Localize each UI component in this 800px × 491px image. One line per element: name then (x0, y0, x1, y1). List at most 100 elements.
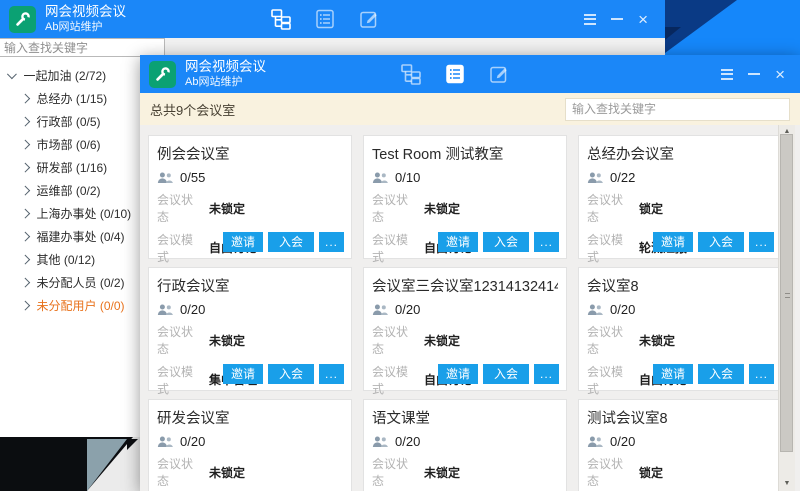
room-status-row: 会议状态未锁定 (157, 455, 343, 489)
tree-item-label: 行政部 (0/5) (37, 113, 101, 130)
occupancy-count: 0/55 (180, 170, 205, 185)
room-status-label: 会议状态 (587, 191, 633, 225)
chevron-right-icon[interactable] (21, 232, 30, 241)
tree-item-label: 一起加油 (2/72) (24, 67, 107, 84)
app-subtitle: Ab网站维护 (45, 21, 126, 34)
tree-item-label: 研发部 (1/16) (37, 159, 108, 176)
invite-button[interactable]: 邀请 (653, 364, 693, 384)
room-title: 测试会议室8 (587, 407, 773, 428)
occupancy-row: 0/20 (157, 434, 343, 449)
minimize-icon[interactable] (748, 73, 760, 75)
room-mode-label: 会议模式 (587, 363, 633, 397)
edit-icon[interactable] (488, 63, 510, 85)
window-controls: × (721, 55, 785, 93)
chevron-down-icon[interactable] (8, 69, 17, 78)
app-title: 网会视频会议 (185, 59, 266, 75)
org-chart-icon[interactable] (270, 8, 292, 30)
vertical-scrollbar[interactable]: ▲ ▼ (778, 125, 795, 491)
join-button[interactable]: 入会 (483, 232, 529, 252)
room-title: 研发会议室 (157, 407, 343, 428)
tree-item-label: 上海办事处 (0/10) (37, 205, 132, 222)
room-actions: 邀请入会... (653, 232, 774, 252)
chevron-right-icon[interactable] (21, 140, 30, 149)
app-logo (149, 61, 176, 88)
minimize-icon[interactable] (611, 18, 623, 20)
org-chart-icon[interactable] (400, 63, 422, 85)
close-icon[interactable]: × (775, 66, 785, 83)
room-status-value: 未锁定 (424, 464, 460, 481)
tree-item-label: 未分配人员 (0/2) (37, 274, 125, 291)
chevron-right-icon[interactable] (21, 94, 30, 103)
room-status-value: 未锁定 (209, 464, 245, 481)
room-status-label: 会议状态 (372, 323, 418, 357)
chevron-right-icon[interactable] (21, 186, 30, 195)
invite-button[interactable]: 邀请 (438, 232, 478, 252)
occupancy-row: 0/20 (372, 302, 558, 317)
room-status-label: 会议状态 (157, 191, 203, 225)
room-list-icon[interactable] (314, 8, 336, 30)
chevron-right-icon[interactable] (21, 163, 30, 172)
wallpaper-shapes (0, 437, 140, 491)
menu-icon[interactable] (721, 69, 733, 80)
invite-button[interactable]: 邀请 (223, 232, 263, 252)
people-icon (372, 436, 388, 448)
occupancy-row: 0/20 (157, 302, 343, 317)
room-status-row: 会议状态未锁定 (587, 323, 773, 357)
people-icon (157, 304, 173, 316)
room-status-row: 会议状态未锁定 (372, 455, 558, 489)
titlebar-toolbar (400, 55, 510, 93)
more-options-button[interactable]: ... (534, 364, 559, 384)
tree-item-label: 福建办事处 (0/4) (37, 228, 125, 245)
room-status-row: 会议状态锁定 (587, 455, 773, 489)
room-title: Test Room 测试教室 (372, 143, 558, 164)
background-window-titlebar: 网会视频会议 Ab网站维护 × (0, 0, 665, 38)
join-button[interactable]: 入会 (268, 232, 314, 252)
occupancy-row: 0/20 (587, 434, 773, 449)
tree-item-label: 运维部 (0/2) (37, 182, 101, 199)
room-mode-label: 会议模式 (587, 231, 633, 265)
chevron-right-icon[interactable] (21, 117, 30, 126)
tree-item-label: 未分配用户 (0/0) (37, 297, 125, 314)
room-status-value: 未锁定 (639, 332, 675, 349)
room-mode-label: 会议模式 (157, 231, 203, 265)
room-list-icon[interactable] (444, 63, 466, 85)
menu-icon[interactable] (584, 14, 596, 25)
room-status-row: 会议状态锁定 (587, 191, 773, 225)
invite-button[interactable]: 邀请 (653, 232, 693, 252)
room-status-value: 锁定 (639, 464, 663, 481)
occupancy-count: 0/20 (395, 434, 420, 449)
main-window-titlebar: 网会视频会议 Ab网站维护 × (140, 55, 800, 93)
join-button[interactable]: 入会 (698, 232, 744, 252)
invite-button[interactable]: 邀请 (223, 364, 263, 384)
chevron-right-icon[interactable] (21, 209, 30, 218)
chevron-right-icon[interactable] (21, 301, 30, 310)
chevron-right-icon[interactable] (21, 278, 30, 287)
more-options-button[interactable]: ... (534, 232, 559, 252)
meeting-room-card: 语文课堂0/20会议状态未锁定会议模式自由讨论到期时间2022-01-26 23… (363, 399, 567, 491)
room-status-value: 锁定 (639, 200, 663, 217)
occupancy-count: 0/10 (395, 170, 420, 185)
more-options-button[interactable]: ... (319, 232, 344, 252)
more-options-button[interactable]: ... (319, 364, 344, 384)
room-status-label: 会议状态 (587, 455, 633, 489)
close-icon[interactable]: × (638, 11, 648, 28)
edit-icon[interactable] (358, 8, 380, 30)
occupancy-row: 0/20 (372, 434, 558, 449)
room-search-input[interactable] (565, 98, 790, 121)
join-button[interactable]: 入会 (698, 364, 744, 384)
invite-button[interactable]: 邀请 (438, 364, 478, 384)
people-icon (587, 172, 603, 184)
join-button[interactable]: 入会 (483, 364, 529, 384)
meeting-room-card: 会议室80/20会议状态未锁定会议模式自由讨论到期时间2022-01-26 23… (578, 267, 782, 391)
room-title: 行政会议室 (157, 275, 343, 296)
more-options-button[interactable]: ... (749, 364, 774, 384)
more-options-button[interactable]: ... (749, 232, 774, 252)
people-icon (157, 172, 173, 184)
join-button[interactable]: 入会 (268, 364, 314, 384)
scroll-down-icon[interactable]: ▼ (779, 477, 795, 491)
tree-item-label: 市场部 (0/6) (37, 136, 101, 153)
scrollbar-thumb[interactable] (780, 134, 793, 452)
room-status-row: 会议状态未锁定 (372, 191, 558, 225)
room-status-row: 会议状态未锁定 (157, 323, 343, 357)
chevron-right-icon[interactable] (21, 255, 30, 264)
